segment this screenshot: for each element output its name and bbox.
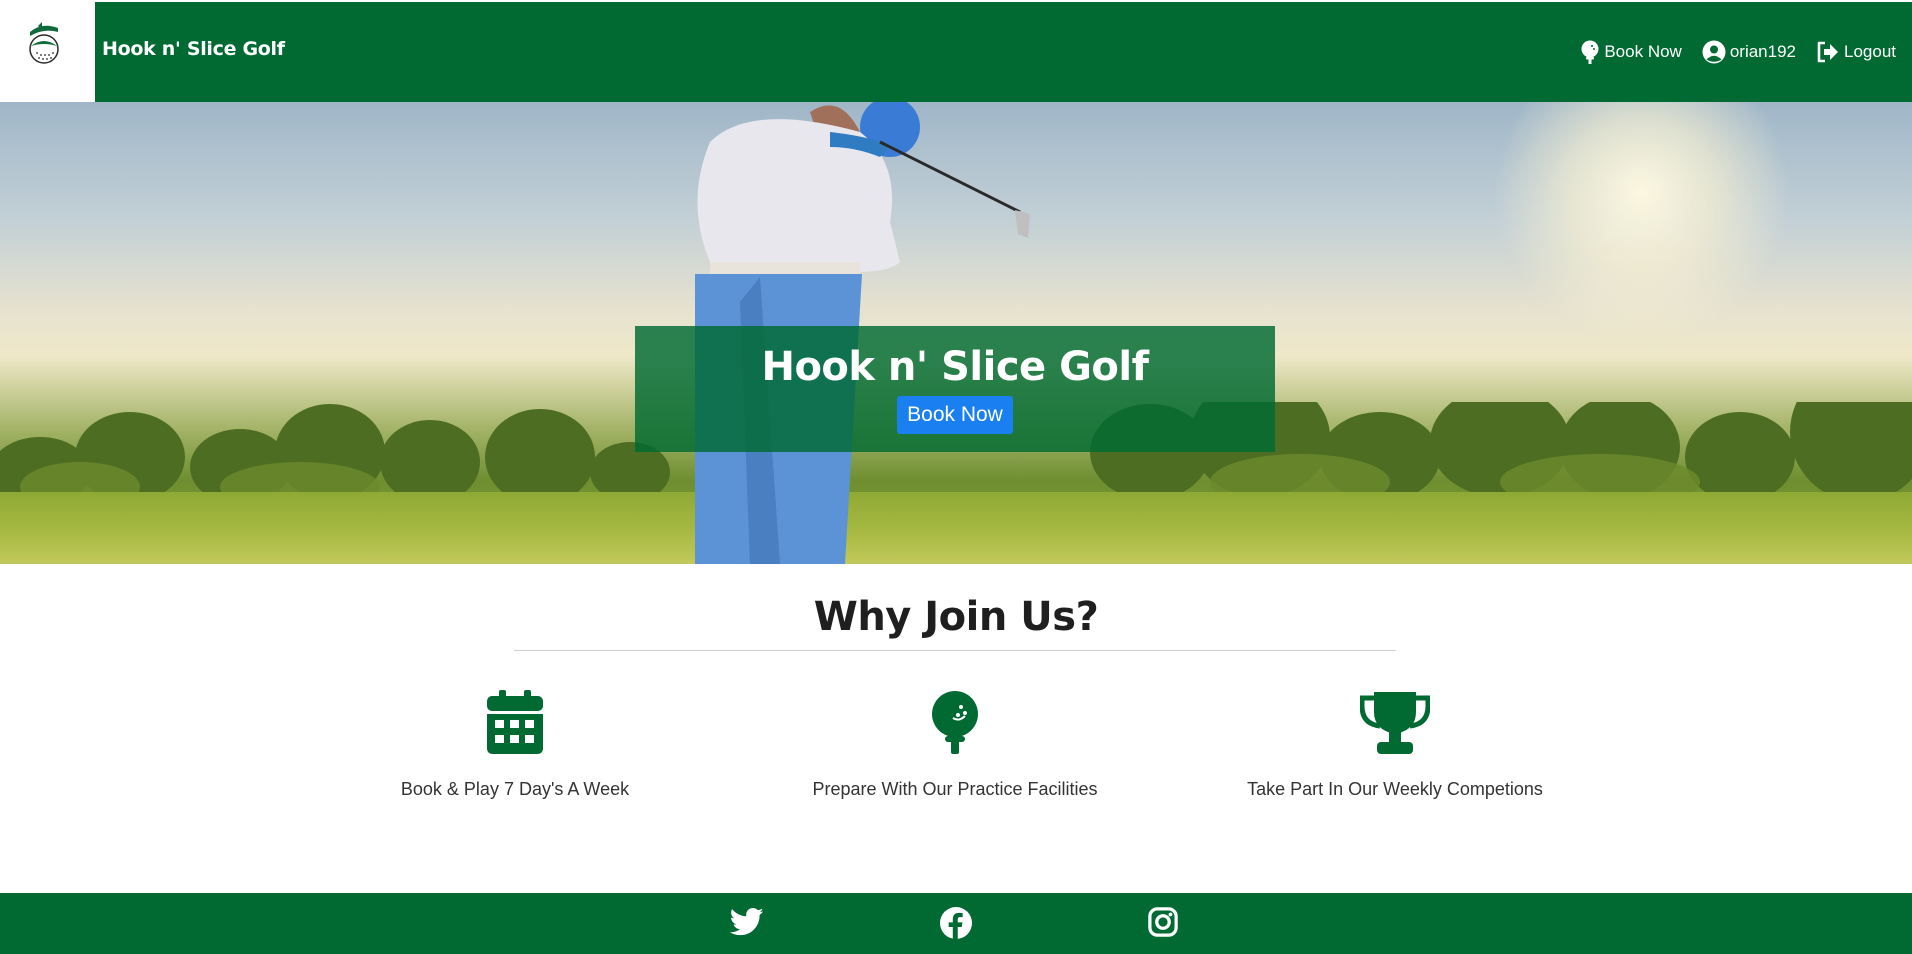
logo[interactable] [0, 2, 95, 102]
nav-logout-label: Logout [1844, 42, 1896, 61]
brand-title[interactable]: Hook n' Slice Golf [102, 38, 285, 60]
hero-banner: Hook n' Slice Golf Book Now [0, 102, 1912, 564]
nav-user-label: orian192 [1729, 42, 1796, 61]
feature-competitions-label: Take Part In Our Weekly Competions [1247, 779, 1543, 799]
trophy-icon [1360, 692, 1430, 754]
hero-panel: Hook n' Slice Golf Book Now [635, 326, 1275, 452]
why-join-divider [514, 650, 1396, 651]
nav-logout[interactable]: Logout [1816, 40, 1896, 64]
nav-book-now[interactable]: Book Now [1580, 40, 1682, 64]
golf-logo-icon [29, 22, 59, 64]
user-circle-icon [1702, 40, 1726, 64]
why-join-title: Why Join Us? [813, 594, 1099, 640]
hero-title: Hook n' Slice Golf [761, 344, 1149, 390]
facebook-icon[interactable] [940, 907, 972, 939]
calendar-icon [487, 690, 543, 754]
golf-ball-tee-icon [932, 691, 978, 754]
footer [0, 893, 1912, 954]
nav-user[interactable]: orian192 [1702, 40, 1796, 64]
golf-ball-tee-icon [1581, 40, 1599, 64]
sign-out-icon [1817, 41, 1838, 63]
instagram-icon[interactable] [1148, 907, 1178, 937]
feature-practice-label: Prepare With Our Practice Facilities [812, 779, 1098, 799]
hero-sun-glow [1492, 102, 1792, 342]
feature-competitions: Take Part In Our Weekly Competions [1175, 690, 1615, 800]
twitter-icon[interactable] [730, 907, 764, 937]
feature-practice: Prepare With Our Practice Facilities [735, 690, 1175, 800]
feature-book-play: Book & Play 7 Day's A Week [295, 690, 735, 800]
hero-book-now-button[interactable]: Book Now [897, 396, 1013, 434]
navbar: Hook n' Slice Golf Book Now orian192 Log… [0, 0, 1912, 102]
nav-links: Book Now orian192 Logout [1580, 40, 1896, 64]
nav-book-now-label: Book Now [1604, 42, 1682, 61]
feature-book-play-label: Book & Play 7 Day's A Week [400, 779, 630, 799]
